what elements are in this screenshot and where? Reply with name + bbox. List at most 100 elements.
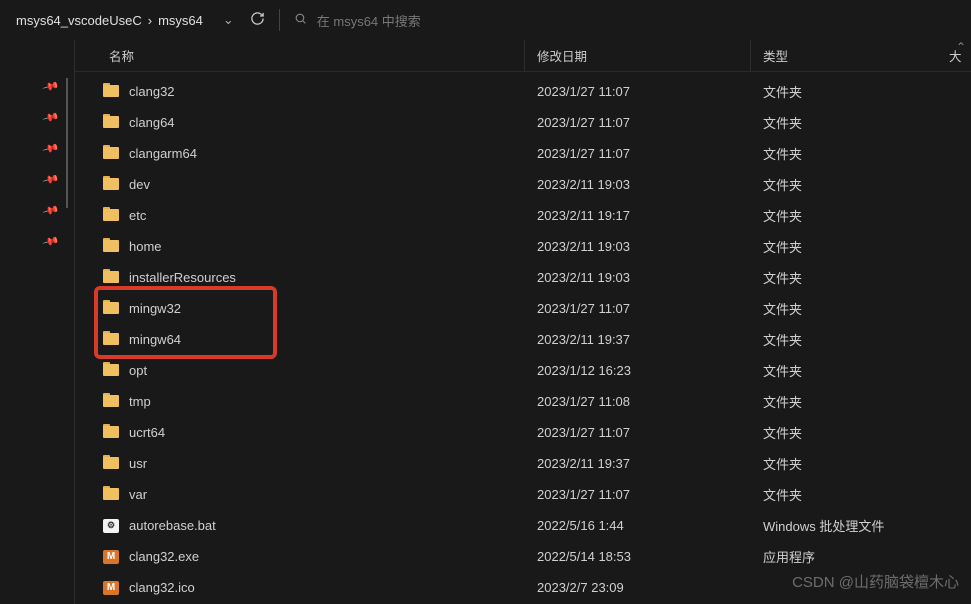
refresh-icon[interactable] — [250, 11, 265, 29]
file-row[interactable]: installerResources2023/2/11 19:03文件夹 — [75, 262, 971, 293]
folder-icon — [103, 457, 119, 470]
file-date: 2023/1/27 11:07 — [525, 115, 751, 130]
file-list-panel: ⌃ 名称 修改日期 类型 大 clang322023/1/27 11:07文件夹… — [74, 40, 971, 604]
chevron-right-icon: › — [148, 13, 152, 28]
file-type: 文件夹 — [751, 361, 971, 380]
file-date: 2023/2/11 19:03 — [525, 270, 751, 285]
file-name: clang64 — [129, 115, 175, 130]
column-type[interactable]: 类型 — [751, 40, 943, 71]
file-type: 文件夹 — [751, 299, 971, 318]
file-name: clang32.ico — [129, 580, 195, 595]
file-name: usr — [129, 456, 147, 471]
file-name: tmp — [129, 394, 151, 409]
divider — [279, 9, 280, 31]
folder-icon — [103, 178, 119, 191]
msys-icon: M — [103, 581, 119, 595]
file-date: 2023/1/27 11:07 — [525, 425, 751, 440]
file-date: 2023/1/27 11:08 — [525, 394, 751, 409]
file-row[interactable]: etc2023/2/11 19:17文件夹 — [75, 200, 971, 231]
address-toolbar: msys64_vscodeUseC › msys64 ⌄ 在 msys64 中搜… — [0, 0, 971, 40]
file-date: 2023/2/11 19:37 — [525, 332, 751, 347]
folder-icon — [103, 395, 119, 408]
file-date: 2022/5/16 1:44 — [525, 518, 751, 533]
file-name: opt — [129, 363, 147, 378]
file-row[interactable]: clang64 2023/1/27 11:07文件夹 — [75, 107, 971, 138]
file-name: ucrt64 — [129, 425, 165, 440]
file-row[interactable]: home 2023/2/11 19:03文件夹 — [75, 231, 971, 262]
file-type: 文件夹 — [751, 113, 971, 132]
file-name: clang32 — [129, 84, 175, 99]
file-name: var — [129, 487, 147, 502]
file-row[interactable]: var 2023/1/27 11:07文件夹 — [75, 479, 971, 510]
file-row[interactable]: opt 2023/1/12 16:23文件夹 — [75, 355, 971, 386]
quick-access-rail: 📌 📌 📌 📌 📌 📌 — [0, 40, 74, 604]
file-row[interactable]: usr 2023/2/11 19:37文件夹 — [75, 448, 971, 479]
folder-icon — [103, 85, 119, 98]
file-date: 2023/2/11 19:37 — [525, 456, 751, 471]
pin-icon[interactable]: 📌 — [42, 108, 60, 126]
history-dropdown-icon[interactable]: ⌄ — [223, 12, 234, 28]
folder-icon — [103, 147, 119, 160]
file-type: 文件夹 — [751, 268, 971, 287]
file-type: Windows 批处理文件 — [751, 516, 971, 535]
file-type: 应用程序 — [751, 547, 971, 566]
file-date: 2023/1/27 11:07 — [525, 487, 751, 502]
search-icon — [294, 12, 307, 28]
msys-icon: M — [103, 550, 119, 564]
file-date: 2023/2/11 19:03 — [525, 177, 751, 192]
pin-icon[interactable]: 📌 — [42, 139, 60, 157]
file-row[interactable]: mingw322023/1/27 11:07文件夹 — [75, 293, 971, 324]
pin-icon[interactable]: 📌 — [42, 201, 60, 219]
file-date: 2023/1/27 11:07 — [525, 146, 751, 161]
folder-icon — [103, 116, 119, 129]
file-type: 文件夹 — [751, 237, 971, 256]
breadcrumb[interactable]: msys64_vscodeUseC › msys64 — [8, 13, 203, 28]
file-date: 2023/1/12 16:23 — [525, 363, 751, 378]
file-name: home — [129, 239, 162, 254]
breadcrumb-item-2[interactable]: msys64 — [158, 13, 203, 28]
file-name: mingw64 — [129, 332, 181, 347]
file-date: 2022/5/14 18:53 — [525, 549, 751, 564]
folder-icon — [103, 364, 119, 377]
search-placeholder: 在 msys64 中搜索 — [317, 11, 421, 30]
file-date: 2023/2/11 19:03 — [525, 239, 751, 254]
breadcrumb-item-1[interactable]: msys64_vscodeUseC — [16, 13, 142, 28]
folder-icon — [103, 209, 119, 222]
file-row[interactable]: Mclang32.exe 2022/5/14 18:53应用程序 — [75, 541, 971, 572]
batch-file-icon: ⚙ — [103, 519, 119, 533]
file-type: 文件夹 — [751, 485, 971, 504]
file-name: clang32.exe — [129, 549, 199, 564]
file-row[interactable]: tmp 2023/1/27 11:08文件夹 — [75, 386, 971, 417]
folder-icon — [103, 488, 119, 501]
search-input[interactable]: 在 msys64 中搜索 — [294, 11, 421, 30]
folder-icon — [103, 240, 119, 253]
column-name[interactable]: 名称 — [75, 40, 525, 71]
file-row[interactable]: dev2023/2/11 19:03文件夹 — [75, 169, 971, 200]
file-row[interactable]: ⚙autorebase.bat2022/5/16 1:44Windows 批处理… — [75, 510, 971, 541]
pin-icon[interactable]: 📌 — [42, 77, 60, 95]
folder-icon — [103, 302, 119, 315]
file-type: 文件夹 — [751, 330, 971, 349]
file-name: dev — [129, 177, 150, 192]
column-headers: 名称 修改日期 类型 大 — [75, 40, 971, 72]
rail-indicator — [66, 78, 68, 208]
file-rows: clang322023/1/27 11:07文件夹clang642023/1/2… — [75, 72, 971, 603]
file-type: 文件夹 — [751, 144, 971, 163]
scroll-up-icon[interactable]: ⌃ — [955, 40, 967, 54]
file-type: 文件夹 — [751, 423, 971, 442]
column-date[interactable]: 修改日期 — [525, 40, 751, 71]
pin-icon[interactable]: 📌 — [42, 232, 60, 250]
file-type: 文件夹 — [751, 454, 971, 473]
folder-icon — [103, 271, 119, 284]
file-type: 文件夹 — [751, 392, 971, 411]
file-date: 2023/1/27 11:07 — [525, 84, 751, 99]
file-row[interactable]: mingw64 2023/2/11 19:37文件夹 — [75, 324, 971, 355]
pin-icon[interactable]: 📌 — [42, 170, 60, 188]
file-name: clangarm64 — [129, 146, 197, 161]
file-row[interactable]: Mclang32.ico2023/2/7 23:09 — [75, 572, 971, 603]
file-row[interactable]: clangarm64 2023/1/27 11:07文件夹 — [75, 138, 971, 169]
file-type: 文件夹 — [751, 206, 971, 225]
file-date: 2023/2/11 19:17 — [525, 208, 751, 223]
file-row[interactable]: clang322023/1/27 11:07文件夹 — [75, 76, 971, 107]
file-row[interactable]: ucrt64 2023/1/27 11:07文件夹 — [75, 417, 971, 448]
